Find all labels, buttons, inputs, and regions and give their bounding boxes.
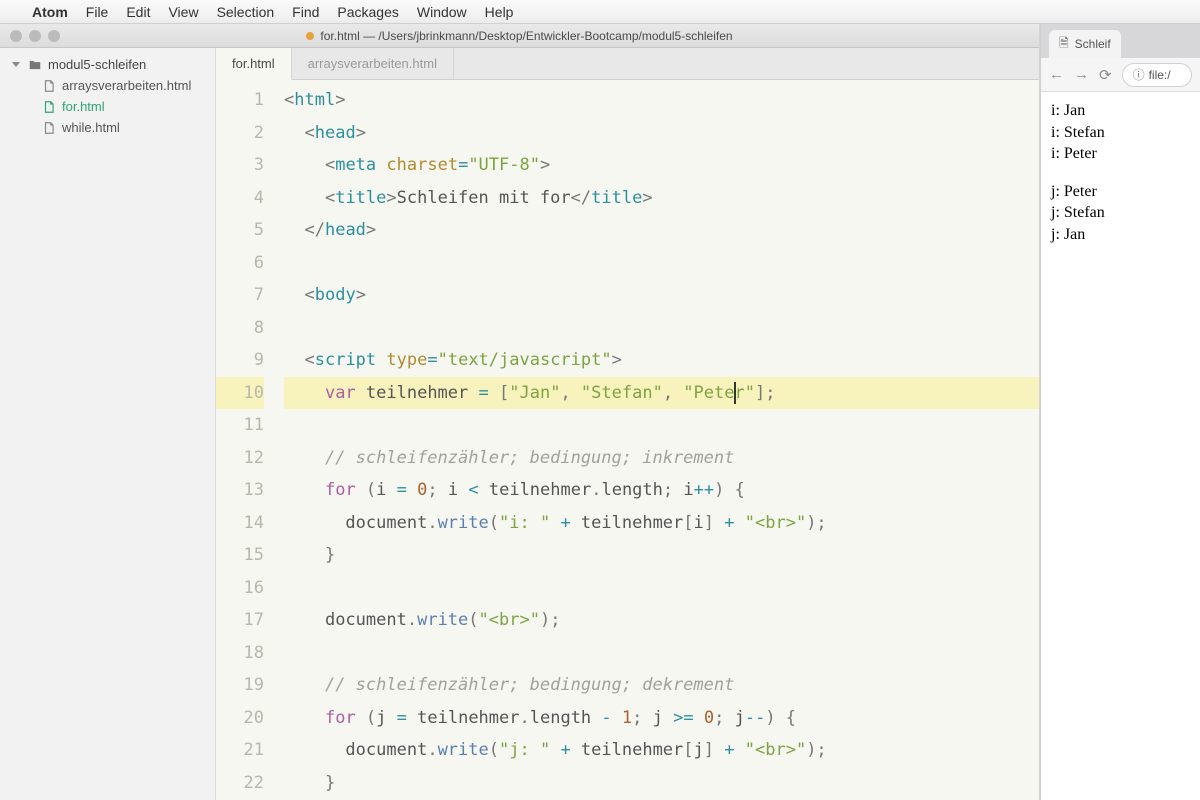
macos-menubar: Atom File Edit View Selection Find Packa… xyxy=(0,0,1200,24)
tree-file-arraysverarbeiten[interactable]: arraysverarbeiten.html xyxy=(0,75,215,96)
tab-for-html[interactable]: for.html xyxy=(216,48,292,80)
code-line[interactable]: } xyxy=(284,539,1039,572)
code-line[interactable]: for (j = teilnehmer.length - 1; j >= 0; … xyxy=(284,702,1039,735)
tree-root-label: modul5-schleifen xyxy=(48,57,146,72)
code-line[interactable]: document.write("<br>"); xyxy=(284,604,1039,637)
menu-help[interactable]: Help xyxy=(485,4,514,20)
browser-window: 🗎 Schleif ← → ⟳ ⓘ file:/ i: Jani: Stefan… xyxy=(1040,24,1200,800)
page-icon: 🗎 xyxy=(1059,34,1069,55)
tree-file-label: while.html xyxy=(62,120,120,135)
info-icon[interactable]: ⓘ xyxy=(1133,66,1145,83)
window-minimize-icon[interactable] xyxy=(29,30,41,42)
browser-tabstrip: 🗎 Schleif xyxy=(1041,24,1200,58)
browser-tab-title: Schleif xyxy=(1075,37,1111,51)
back-icon[interactable]: ← xyxy=(1049,66,1064,83)
code-line[interactable]: <head> xyxy=(284,117,1039,150)
menu-find[interactable]: Find xyxy=(292,4,319,20)
menu-file[interactable]: File xyxy=(86,4,109,20)
code-line[interactable] xyxy=(284,637,1039,670)
output-line: i: Stefan xyxy=(1051,122,1190,144)
tree-root-folder[interactable]: modul5-schleifen xyxy=(0,54,215,75)
tree-file-label: arraysverarbeiten.html xyxy=(62,78,191,93)
editor-tabbar: for.html arraysverarbeiten.html xyxy=(216,48,1039,80)
output-line: i: Peter xyxy=(1051,143,1190,165)
window-traffic-lights xyxy=(0,30,60,42)
url-text: file:/ xyxy=(1149,68,1171,82)
browser-toolbar: ← → ⟳ ⓘ file:/ xyxy=(1041,58,1200,92)
tree-file-for[interactable]: for.html xyxy=(0,96,215,117)
window-titlebar[interactable]: for.html — /Users/jbrinkmann/Desktop/Ent… xyxy=(0,24,1039,48)
menu-selection[interactable]: Selection xyxy=(217,4,275,20)
code-line[interactable]: document.write("i: " + teilnehmer[i] + "… xyxy=(284,507,1039,540)
window-zoom-icon[interactable] xyxy=(48,30,60,42)
menu-edit[interactable]: Edit xyxy=(126,4,150,20)
code-line[interactable]: <html> xyxy=(284,84,1039,117)
code-line[interactable] xyxy=(284,572,1039,605)
code-line[interactable]: // schleifenzähler; bedingung; dekrement xyxy=(284,669,1039,702)
menu-packages[interactable]: Packages xyxy=(337,4,398,20)
app-menu[interactable]: Atom xyxy=(32,4,68,20)
code-lines[interactable]: <html> <head> <meta charset="UTF-8"> <ti… xyxy=(278,80,1039,800)
code-editor[interactable]: 12345678910111213141516171819202122 <htm… xyxy=(216,80,1039,800)
code-line[interactable]: <body> xyxy=(284,279,1039,312)
browser-tab[interactable]: 🗎 Schleif xyxy=(1049,30,1121,58)
file-tree[interactable]: modul5-schleifen arraysverarbeiten.html … xyxy=(0,48,216,800)
menu-view[interactable]: View xyxy=(168,4,198,20)
modified-indicator-icon xyxy=(306,32,314,40)
code-line[interactable]: </head> xyxy=(284,214,1039,247)
code-line[interactable] xyxy=(284,247,1039,280)
line-number-gutter: 12345678910111213141516171819202122 xyxy=(216,80,278,800)
code-line[interactable]: document.write("j: " + teilnehmer[j] + "… xyxy=(284,734,1039,767)
tree-file-label: for.html xyxy=(62,99,105,114)
code-line[interactable]: <meta charset="UTF-8"> xyxy=(284,149,1039,182)
folder-icon xyxy=(28,58,42,72)
code-line[interactable]: <title>Schleifen mit for</title> xyxy=(284,182,1039,215)
reload-icon[interactable]: ⟳ xyxy=(1099,66,1112,84)
page-content: i: Jani: Stefani: Peter j: Peterj: Stefan… xyxy=(1041,92,1200,254)
output-line: j: Peter xyxy=(1051,181,1190,203)
editor-pane: for.html arraysverarbeiten.html 12345678… xyxy=(216,48,1039,800)
url-field[interactable]: ⓘ file:/ xyxy=(1122,63,1192,87)
window-title: for.html — /Users/jbrinkmann/Desktop/Ent… xyxy=(320,29,732,43)
file-icon xyxy=(42,121,56,135)
output-line: j: Stefan xyxy=(1051,202,1190,224)
tab-label: for.html xyxy=(232,56,275,71)
output-line: j: Jan xyxy=(1051,224,1190,246)
code-line[interactable] xyxy=(284,409,1039,442)
menu-window[interactable]: Window xyxy=(417,4,467,20)
tab-arraysverarbeiten-html[interactable]: arraysverarbeiten.html xyxy=(292,48,454,79)
code-line[interactable] xyxy=(284,312,1039,345)
file-icon xyxy=(42,100,56,114)
forward-icon[interactable]: → xyxy=(1074,66,1089,83)
text-cursor xyxy=(734,382,736,404)
code-line[interactable]: for (i = 0; i < teilnehmer.length; i++) … xyxy=(284,474,1039,507)
code-line[interactable]: var teilnehmer = ["Jan", "Stefan", "Pete… xyxy=(284,377,1039,410)
code-line[interactable]: } xyxy=(284,767,1039,800)
code-line[interactable]: <script type="text/javascript"> xyxy=(284,344,1039,377)
tab-label: arraysverarbeiten.html xyxy=(308,56,437,71)
tree-file-while[interactable]: while.html xyxy=(0,117,215,138)
window-close-icon[interactable] xyxy=(10,30,22,42)
code-line[interactable]: // schleifenzähler; bedingung; inkrement xyxy=(284,442,1039,475)
atom-window: for.html — /Users/jbrinkmann/Desktop/Ent… xyxy=(0,24,1040,800)
chevron-down-icon[interactable] xyxy=(12,62,20,67)
output-line: i: Jan xyxy=(1051,100,1190,122)
file-icon xyxy=(42,79,56,93)
